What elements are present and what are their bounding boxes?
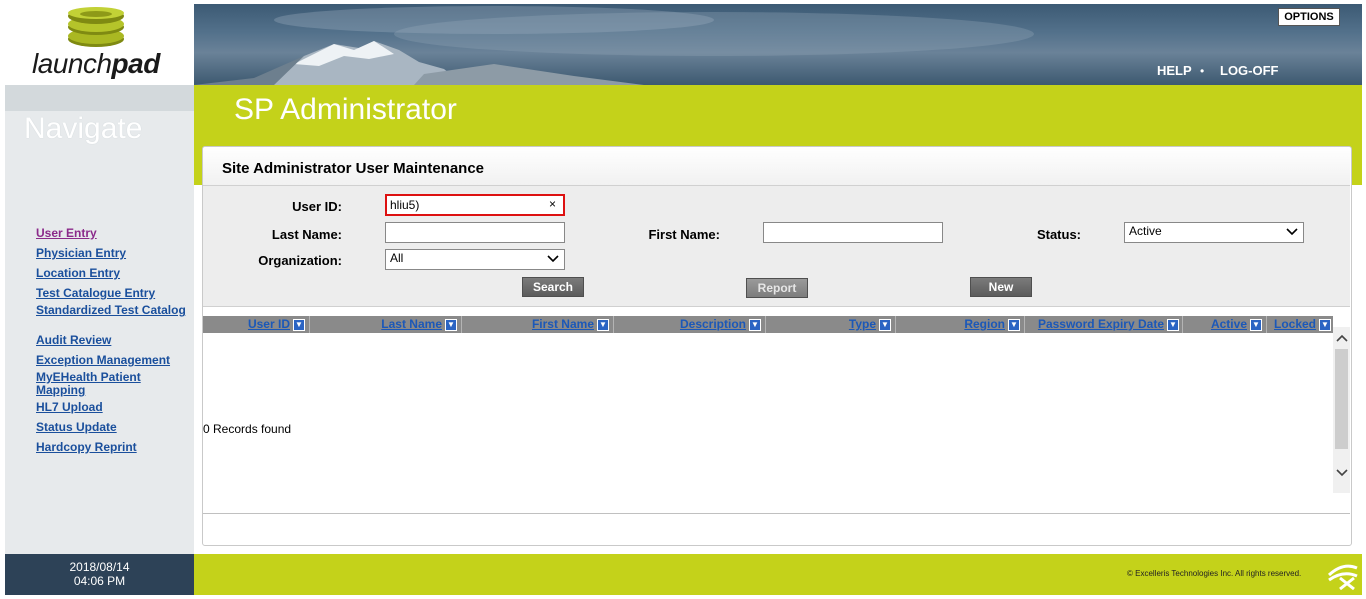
column-label: Region bbox=[964, 317, 1005, 331]
column-label: User ID bbox=[247, 317, 290, 331]
footer-time: 04:06 PM bbox=[73, 574, 126, 588]
sidebar-item-hl7-upload[interactable]: HL7 Upload bbox=[36, 401, 191, 414]
first-name-label: First Name: bbox=[648, 227, 720, 242]
scrollbar-thumb[interactable] bbox=[1335, 349, 1348, 449]
first-name-input[interactable] bbox=[763, 222, 943, 243]
logo-suffix: pad bbox=[111, 48, 161, 79]
sort-icon: ▼ bbox=[1008, 318, 1020, 331]
last-name-input[interactable] bbox=[385, 222, 565, 243]
sort-icon: ▼ bbox=[749, 318, 761, 331]
column-label: Password Expiry Date bbox=[1037, 317, 1164, 331]
page-title: SP Administrator bbox=[234, 93, 457, 126]
column-header-description[interactable]: Description ▼ bbox=[614, 316, 766, 333]
chevron-down-icon bbox=[547, 255, 559, 263]
sidebar-item-myehealth-patient-mapping[interactable]: MyEHealth Patient Mapping bbox=[36, 371, 191, 397]
logo-prefix: launch bbox=[32, 48, 112, 79]
sort-icon: ▼ bbox=[445, 318, 457, 331]
column-header-last-name[interactable]: Last Name ▼ bbox=[310, 316, 462, 333]
nav-heading: Navigate bbox=[24, 112, 143, 145]
sidebar-item-user-entry[interactable]: User Entry bbox=[36, 227, 191, 240]
header-separator: • bbox=[1200, 64, 1205, 78]
sort-icon: ▼ bbox=[1167, 318, 1179, 331]
sidebar-item-location-entry[interactable]: Location Entry bbox=[36, 267, 191, 280]
stacked-coins-logo-icon bbox=[68, 7, 124, 47]
sort-icon: ▼ bbox=[1319, 318, 1331, 331]
column-header-type[interactable]: Type ▼ bbox=[766, 316, 896, 333]
organization-select[interactable]: All bbox=[385, 249, 565, 270]
sort-icon: ▼ bbox=[293, 318, 305, 331]
status-selected-value: Active bbox=[1129, 224, 1162, 238]
column-header-locked[interactable]: Locked ▼ bbox=[1267, 316, 1333, 333]
panel-title: Site Administrator User Maintenance bbox=[222, 160, 485, 177]
sort-icon: ▼ bbox=[597, 318, 609, 331]
column-label: Active bbox=[1210, 317, 1247, 331]
help-link[interactable]: HELP bbox=[1157, 63, 1192, 78]
table-divider bbox=[203, 513, 1350, 514]
organization-label: Organization: bbox=[258, 253, 342, 268]
column-header-first-name[interactable]: First Name ▼ bbox=[462, 316, 614, 333]
sidebar-item-test-catalogue-entry[interactable]: Test Catalogue Entry bbox=[36, 287, 191, 300]
user-id-value: hliu5) bbox=[390, 198, 420, 212]
organization-selected-value: All bbox=[390, 251, 404, 265]
column-label: Description bbox=[679, 317, 746, 331]
last-name-label: Last Name: bbox=[271, 227, 342, 242]
user-id-label: User ID: bbox=[292, 199, 342, 214]
column-label: Locked bbox=[1273, 317, 1316, 331]
sort-icon: ▼ bbox=[879, 318, 891, 331]
sidebar-item-physician-entry[interactable]: Physician Entry bbox=[36, 247, 191, 260]
search-button[interactable]: Search bbox=[522, 277, 584, 297]
column-header-active[interactable]: Active ▼ bbox=[1183, 316, 1267, 333]
sort-icon: ▼ bbox=[1250, 318, 1262, 331]
footer-datetime: 2018/08/14 04:06 PM bbox=[5, 560, 194, 588]
sidebar-item-standardized-test-catalog[interactable]: Standardized Test Catalog bbox=[36, 304, 191, 317]
status-label: Status: bbox=[1036, 227, 1081, 242]
column-label: First Name bbox=[531, 317, 594, 331]
sidebar-item-hardcopy-reprint[interactable]: Hardcopy Reprint bbox=[36, 441, 191, 454]
launchpad-logo: launchpad bbox=[32, 48, 160, 80]
sidebar-item-status-update[interactable]: Status Update bbox=[36, 421, 191, 434]
status-select[interactable]: Active bbox=[1124, 222, 1304, 243]
footer-date: 2018/08/14 bbox=[69, 560, 130, 574]
sidebar-nav: User Entry Physician Entry Location Entr… bbox=[36, 227, 191, 461]
excelleris-logo-icon bbox=[1327, 564, 1358, 590]
records-count: 0 Records found bbox=[203, 422, 292, 436]
options-button[interactable]: OPTIONS bbox=[1278, 8, 1340, 26]
column-label: Last Name bbox=[381, 317, 442, 331]
scroll-down-icon[interactable] bbox=[1336, 469, 1348, 477]
clear-icon[interactable]: × bbox=[549, 197, 556, 211]
column-header-user-id[interactable]: User ID ▼ bbox=[203, 316, 310, 333]
new-button[interactable]: New bbox=[970, 277, 1032, 297]
column-header-region[interactable]: Region ▼ bbox=[896, 316, 1025, 333]
scroll-up-icon[interactable] bbox=[1336, 334, 1348, 342]
sidebar-item-audit-review[interactable]: Audit Review bbox=[36, 334, 191, 347]
copyright-text: © Excelleris Technologies Inc. All right… bbox=[1127, 569, 1302, 578]
nav-band bbox=[5, 85, 194, 111]
logoff-link[interactable]: LOG-OFF bbox=[1220, 63, 1279, 78]
column-label: Type bbox=[848, 317, 876, 331]
chevron-down-icon bbox=[1286, 228, 1298, 236]
sidebar-item-exception-management[interactable]: Exception Management bbox=[36, 354, 191, 367]
column-header-password-expiry-date[interactable]: Password Expiry Date ▼ bbox=[1025, 316, 1183, 333]
report-button[interactable]: Report bbox=[746, 278, 808, 298]
